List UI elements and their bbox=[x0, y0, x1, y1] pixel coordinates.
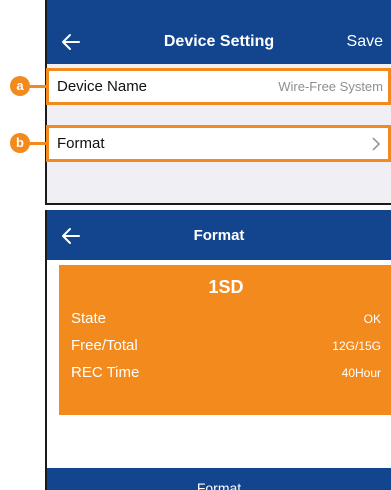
rec-time-row: REC Time 40Hour bbox=[71, 364, 381, 386]
sd-card-title: 1SD bbox=[208, 277, 244, 297]
sd-card-panel: 1SD State OK Free/Total 12G/15G REC Time… bbox=[59, 265, 391, 415]
callout-b-badge: b bbox=[10, 133, 30, 153]
state-row: State OK bbox=[71, 310, 381, 332]
state-value: OK bbox=[363, 312, 381, 326]
rec-time-value: 40Hour bbox=[341, 366, 381, 380]
state-label: State bbox=[71, 310, 107, 327]
free-total-label: Free/Total bbox=[71, 337, 138, 354]
device-name-highlight bbox=[46, 68, 391, 105]
rec-time-label: REC Time bbox=[71, 364, 140, 381]
callout-b-connector bbox=[28, 142, 46, 145]
callout-a-badge: a bbox=[10, 76, 30, 96]
save-button[interactable]: Save bbox=[347, 33, 383, 51]
format-button[interactable]: Format bbox=[47, 468, 391, 490]
callout-a-connector bbox=[28, 85, 46, 88]
format-screen: Format 1SD State OK Free/Total 12G/15G R… bbox=[45, 210, 391, 490]
device-setting-navbar: Device Setting Save bbox=[47, 0, 391, 64]
format-navbar: Format bbox=[47, 210, 391, 260]
free-total-value: 12G/15G bbox=[332, 339, 381, 353]
free-total-row: Free/Total 12G/15G bbox=[71, 337, 381, 359]
page-title: Format bbox=[193, 227, 245, 244]
format-highlight bbox=[46, 125, 391, 162]
page-title: Device Setting bbox=[163, 33, 275, 50]
